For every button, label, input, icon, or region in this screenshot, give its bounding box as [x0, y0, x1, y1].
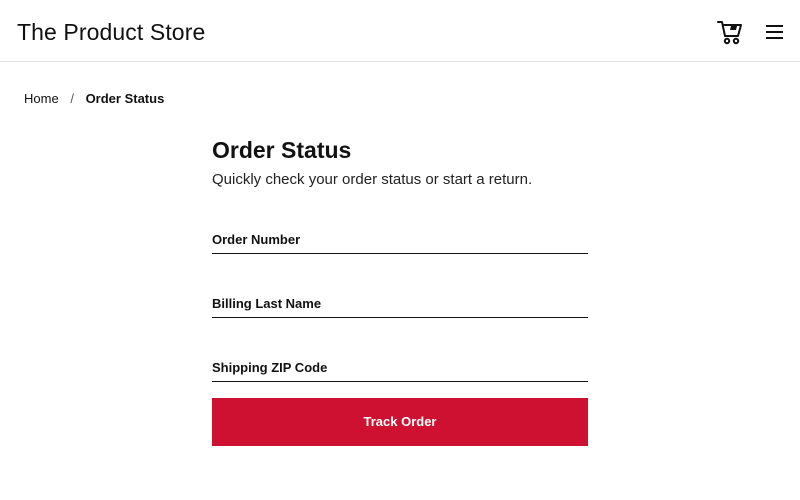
shopping-cart-icon	[717, 21, 742, 45]
order-status-section: Order Status Quickly check your order st…	[212, 136, 588, 446]
order-number-field: Order Number	[212, 228, 588, 254]
track-order-button[interactable]: Track Order	[212, 398, 588, 446]
page-title: Order Status	[212, 137, 352, 163]
shipping-zip-input[interactable]	[212, 356, 588, 381]
billing-last-name-field: Billing Last Name	[212, 292, 588, 318]
order-number-input[interactable]	[212, 228, 588, 253]
cart-button[interactable]	[716, 18, 744, 46]
breadcrumb: Home / Order Status	[24, 90, 164, 108]
page-subtitle: Quickly check your order status or start…	[212, 171, 533, 188]
breadcrumb-separator: /	[70, 91, 74, 106]
breadcrumb-current: Order Status	[85, 91, 165, 106]
hamburger-menu-icon	[766, 25, 783, 39]
billing-last-name-input[interactable]	[212, 292, 588, 317]
menu-button[interactable]	[764, 22, 786, 42]
site-header: The Product Store	[0, 0, 800, 62]
breadcrumb-home-link[interactable]: Home	[24, 91, 59, 106]
shipping-zip-field: Shipping ZIP Code	[212, 356, 588, 382]
site-logo-link[interactable]: The Product Store	[17, 17, 205, 47]
